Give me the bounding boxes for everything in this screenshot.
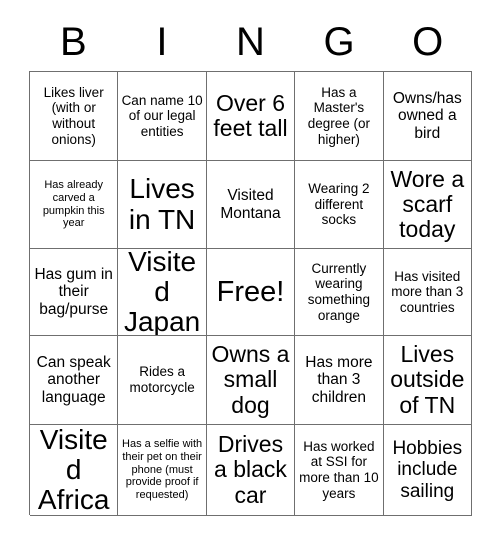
bingo-cell[interactable]: Has already carved a pumpkin this year [30, 161, 119, 249]
bingo-cell-text: Lives outside of TN [390, 341, 465, 418]
bingo-cell[interactable]: Over 6 feet tall [206, 72, 296, 161]
bingo-cell-text: Visited Japan [123, 249, 201, 336]
bingo-cell-text: Has more than 3 children [305, 353, 373, 406]
bingo-cell-text: Wore a scarf today [390, 165, 465, 243]
bingo-cell[interactable]: Wearing 2 different socks [295, 161, 384, 249]
bingo-cell[interactable]: Owns/has owned a bird [383, 72, 472, 161]
bingo-cell[interactable]: Has worked at SSI for more than 10 years [295, 425, 384, 516]
bingo-cell[interactable]: Has a selfie with their pet on their pho… [118, 425, 207, 516]
bingo-cell-text: Has gum in their bag/purse [34, 265, 113, 318]
bingo-header-letter-g: G [323, 20, 355, 64]
bingo-header-letter-n: N [236, 20, 265, 64]
bingo-header-letter-o: O [412, 20, 444, 64]
bingo-cell[interactable]: Rides a motorcycle [118, 336, 207, 425]
bingo-cell-text: Free! [216, 275, 285, 308]
bingo-cell-text: Has a Master's degree (or higher) [307, 84, 371, 147]
bingo-cell-text: Wearing 2 different socks [308, 181, 370, 228]
bingo-cell-text: Has worked at SSI for more than 10 years [299, 438, 379, 501]
bingo-cell-text: Over 6 feet tall [213, 89, 288, 141]
bingo-cell[interactable]: Visited Japan [118, 249, 207, 336]
bingo-cell-text: Has a selfie with their pet on their pho… [122, 437, 203, 502]
bingo-cell-text: Visited Africa [37, 425, 110, 516]
bingo-cell[interactable]: Has visited more than 3 countries [383, 249, 472, 336]
bingo-card: B I N G O Likes liver (with or without o… [0, 0, 500, 544]
bingo-cell[interactable]: Lives outside of TN [383, 336, 472, 425]
bingo-cell-text: Rides a motorcycle [129, 364, 195, 395]
bingo-cell-text: Has already carved a pumpkin this year [42, 178, 105, 230]
bingo-cell[interactable]: Has gum in their bag/purse [30, 249, 119, 336]
bingo-cell-text: Owns/has owned a bird [392, 89, 462, 142]
bingo-grid: Likes liver (with or without onions) Can … [29, 71, 472, 516]
bingo-header-letter-b: B [59, 20, 87, 64]
bingo-cell-text: Can speak another language [36, 353, 111, 406]
bingo-cell-text: Can name 10 of our legal entities [121, 92, 203, 139]
bingo-cell[interactable]: Visited Montana [206, 161, 296, 249]
bingo-cell-text: Owns a small dog [211, 341, 290, 418]
bingo-cell-text: Currently wearing something orange [307, 260, 371, 323]
bingo-cell-text: Lives in TN [128, 173, 196, 235]
bingo-header-letter-i: I [156, 20, 168, 64]
bingo-cell[interactable]: Currently wearing something orange [295, 249, 384, 336]
bingo-cell[interactable]: Drives a black car [206, 425, 296, 516]
bingo-cell-text: Visited Montana [220, 186, 281, 222]
bingo-cell[interactable]: Can name 10 of our legal entities [118, 72, 207, 161]
bingo-cell[interactable]: Can speak another language [30, 336, 119, 425]
bingo-header-row: B I N G O [29, 14, 472, 70]
bingo-free-space-cell[interactable]: Free! [206, 249, 296, 336]
bingo-cell-text: Drives a black car [214, 431, 287, 508]
bingo-cell[interactable]: Has more than 3 children [295, 336, 384, 425]
bingo-cell[interactable]: Owns a small dog [206, 336, 296, 425]
bingo-cell[interactable]: Likes liver (with or without onions) [30, 72, 119, 161]
bingo-cell[interactable]: Visited Africa [30, 425, 119, 516]
bingo-cell-text: Hobbies include sailing [392, 438, 463, 502]
bingo-cell[interactable]: Hobbies include sailing [383, 425, 472, 516]
bingo-cell[interactable]: Has a Master's degree (or higher) [295, 72, 384, 161]
bingo-cell-text: Likes liver (with or without onions) [43, 84, 104, 147]
bingo-cell-text: Has visited more than 3 countries [391, 268, 464, 315]
bingo-cell[interactable]: Wore a scarf today [383, 161, 472, 249]
bingo-cell[interactable]: Lives in TN [118, 161, 207, 249]
